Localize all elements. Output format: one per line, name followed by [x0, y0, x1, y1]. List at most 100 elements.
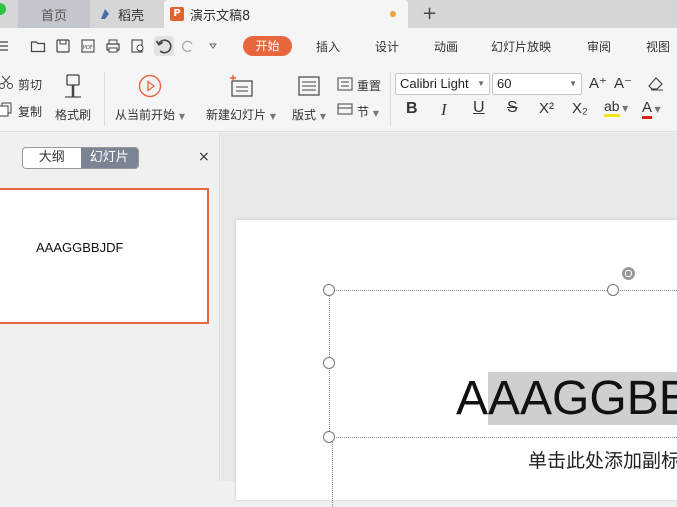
font-color-icon: A	[642, 99, 653, 119]
grow-font-button[interactable]: A⁺	[589, 74, 607, 92]
menu-review[interactable]: 审阅	[587, 38, 611, 55]
eraser-icon[interactable]	[647, 75, 665, 91]
copy-button[interactable]: 复制	[18, 103, 42, 120]
slide-title[interactable]: AAAGGBB	[456, 372, 677, 425]
resize-handle[interactable]	[323, 357, 335, 369]
tab-outline[interactable]: 大纲	[23, 148, 81, 168]
unsaved-indicator	[390, 11, 396, 17]
underline-button[interactable]: U	[473, 99, 485, 117]
strikethrough-button[interactable]: S	[507, 99, 518, 117]
cut-button[interactable]: 剪切	[18, 76, 42, 93]
daoke-icon	[101, 9, 109, 19]
undo-icon[interactable]	[154, 36, 174, 56]
tab-home[interactable]: 首页	[18, 0, 90, 28]
title-selected-text: AAGGBB	[488, 372, 677, 425]
font-size-select[interactable]: 60 ▼	[492, 73, 582, 95]
print-preview-icon[interactable]	[130, 38, 146, 54]
chevron-down-icon: ▼	[319, 112, 326, 121]
resize-handle[interactable]	[607, 284, 619, 296]
export-pdf-icon[interactable]: PDF	[80, 38, 96, 54]
subtitle-box-border	[332, 437, 333, 507]
chevron-down-icon: ▼	[178, 112, 185, 121]
menu-animation[interactable]: 动画	[434, 38, 458, 55]
highlight-button[interactable]: ab ▼	[604, 98, 629, 117]
layout-icon[interactable]	[298, 76, 320, 96]
title-unselected-text: A	[456, 372, 489, 425]
font-color-button[interactable]: A ▼	[642, 98, 661, 119]
slide-thumbnail-title: AAAGGBBJDF	[36, 240, 124, 255]
menu-design[interactable]: 设计	[375, 38, 399, 55]
from-current-label: 从当前开始	[115, 108, 176, 122]
reset-button[interactable]: 重置	[357, 77, 381, 94]
section-label: 节	[357, 105, 370, 119]
resize-handle[interactable]	[323, 431, 335, 443]
svg-text:PDF: PDF	[83, 45, 93, 51]
scissors-icon[interactable]	[0, 74, 14, 90]
tab-bar: 首页 稻壳 P 演示文稿8 +	[0, 0, 677, 28]
chevron-down-icon: ▼	[477, 79, 485, 88]
slide-canvas[interactable]: AAAGGBB 单击此处添加副标	[221, 133, 677, 507]
bold-button[interactable]: B	[406, 100, 418, 118]
slides-panel: 大纲 幻灯片 × AAAGGBBJDF	[0, 133, 220, 481]
window-zoom-button[interactable]	[0, 3, 6, 15]
tab-document-label: 演示文稿8	[190, 8, 251, 24]
menu-bar: PDF 开始 插入 设计 动画 幻灯片放映 审阅 视图	[0, 28, 677, 64]
menu-slideshow[interactable]: 幻灯片放映	[491, 38, 551, 55]
shrink-font-button[interactable]: A⁻	[614, 74, 632, 92]
font-size-value: 60	[497, 76, 512, 91]
tab-slides[interactable]: 幻灯片	[80, 148, 138, 168]
from-current-button[interactable]: 从当前开始 ▼	[115, 106, 185, 123]
font-name-value: Calibri Light	[400, 76, 469, 91]
close-panel-button[interactable]: ×	[198, 149, 210, 165]
divider	[390, 72, 391, 126]
tab-home-label: 首页	[40, 8, 67, 24]
subscript-button[interactable]: X₂	[572, 100, 588, 117]
italic-button[interactable]: I	[441, 100, 447, 120]
reset-icon[interactable]	[337, 76, 353, 92]
section-icon[interactable]	[337, 101, 353, 117]
redo-icon[interactable]	[180, 38, 196, 54]
section-button[interactable]: 节 ▼	[357, 103, 379, 120]
menu-view[interactable]: 视图	[646, 38, 670, 55]
ribbon-toolbar: 剪切 复制 格式刷 从当前开始 ▼ 新建幻灯片 ▼ 版式 ▼ 重置 节 ▼ Ca…	[0, 64, 677, 132]
format-painter-label[interactable]: 格式刷	[55, 106, 91, 123]
chevron-down-icon[interactable]	[205, 38, 221, 54]
format-painter-icon[interactable]	[62, 73, 84, 101]
slide[interactable]: AAAGGBB 单击此处添加副标	[236, 220, 677, 507]
resize-handle[interactable]	[323, 284, 335, 296]
presentation-icon: P	[170, 7, 184, 21]
new-slide-label: 新建幻灯片	[206, 108, 267, 122]
rotate-handle[interactable]	[622, 267, 635, 280]
slide-thumbnail[interactable]: AAAGGBBJDF	[0, 188, 209, 324]
shrink-font-icon: A⁻	[614, 75, 632, 92]
print-icon[interactable]	[105, 38, 121, 54]
chevron-down-icon: ▼	[372, 109, 379, 118]
superscript-button[interactable]: X²	[539, 100, 554, 117]
chevron-down-icon: ▼	[269, 112, 276, 121]
title-box-border	[329, 290, 677, 291]
divider	[104, 72, 105, 126]
chevron-down-icon: ▼	[652, 105, 661, 114]
menu-start[interactable]: 开始	[243, 36, 292, 56]
new-slide-icon[interactable]	[228, 74, 254, 98]
layout-label: 版式	[292, 108, 317, 122]
new-tab-button[interactable]: +	[422, 3, 437, 24]
menu-icon[interactable]	[0, 38, 12, 54]
highlight-icon: ab	[604, 98, 620, 117]
copy-icon[interactable]	[0, 101, 14, 117]
title-box-border	[329, 437, 677, 438]
open-folder-icon[interactable]	[30, 38, 46, 54]
new-slide-button[interactable]: 新建幻灯片 ▼	[206, 106, 276, 123]
tab-document[interactable]: P 演示文稿8	[164, 0, 408, 28]
save-icon[interactable]	[55, 38, 71, 54]
subtitle-placeholder[interactable]: 单击此处添加副标	[528, 446, 677, 473]
play-icon[interactable]	[138, 74, 162, 98]
grow-font-icon: A⁺	[589, 75, 607, 92]
tab-daoke[interactable]: 稻壳	[92, 0, 162, 28]
tab-daoke-label: 稻壳	[118, 8, 145, 24]
chevron-down-icon: ▼	[619, 104, 629, 113]
layout-button[interactable]: 版式 ▼	[292, 106, 326, 123]
menu-insert[interactable]: 插入	[316, 38, 340, 55]
chevron-down-icon: ▼	[569, 79, 577, 88]
font-name-select[interactable]: Calibri Light ▼	[395, 73, 490, 95]
